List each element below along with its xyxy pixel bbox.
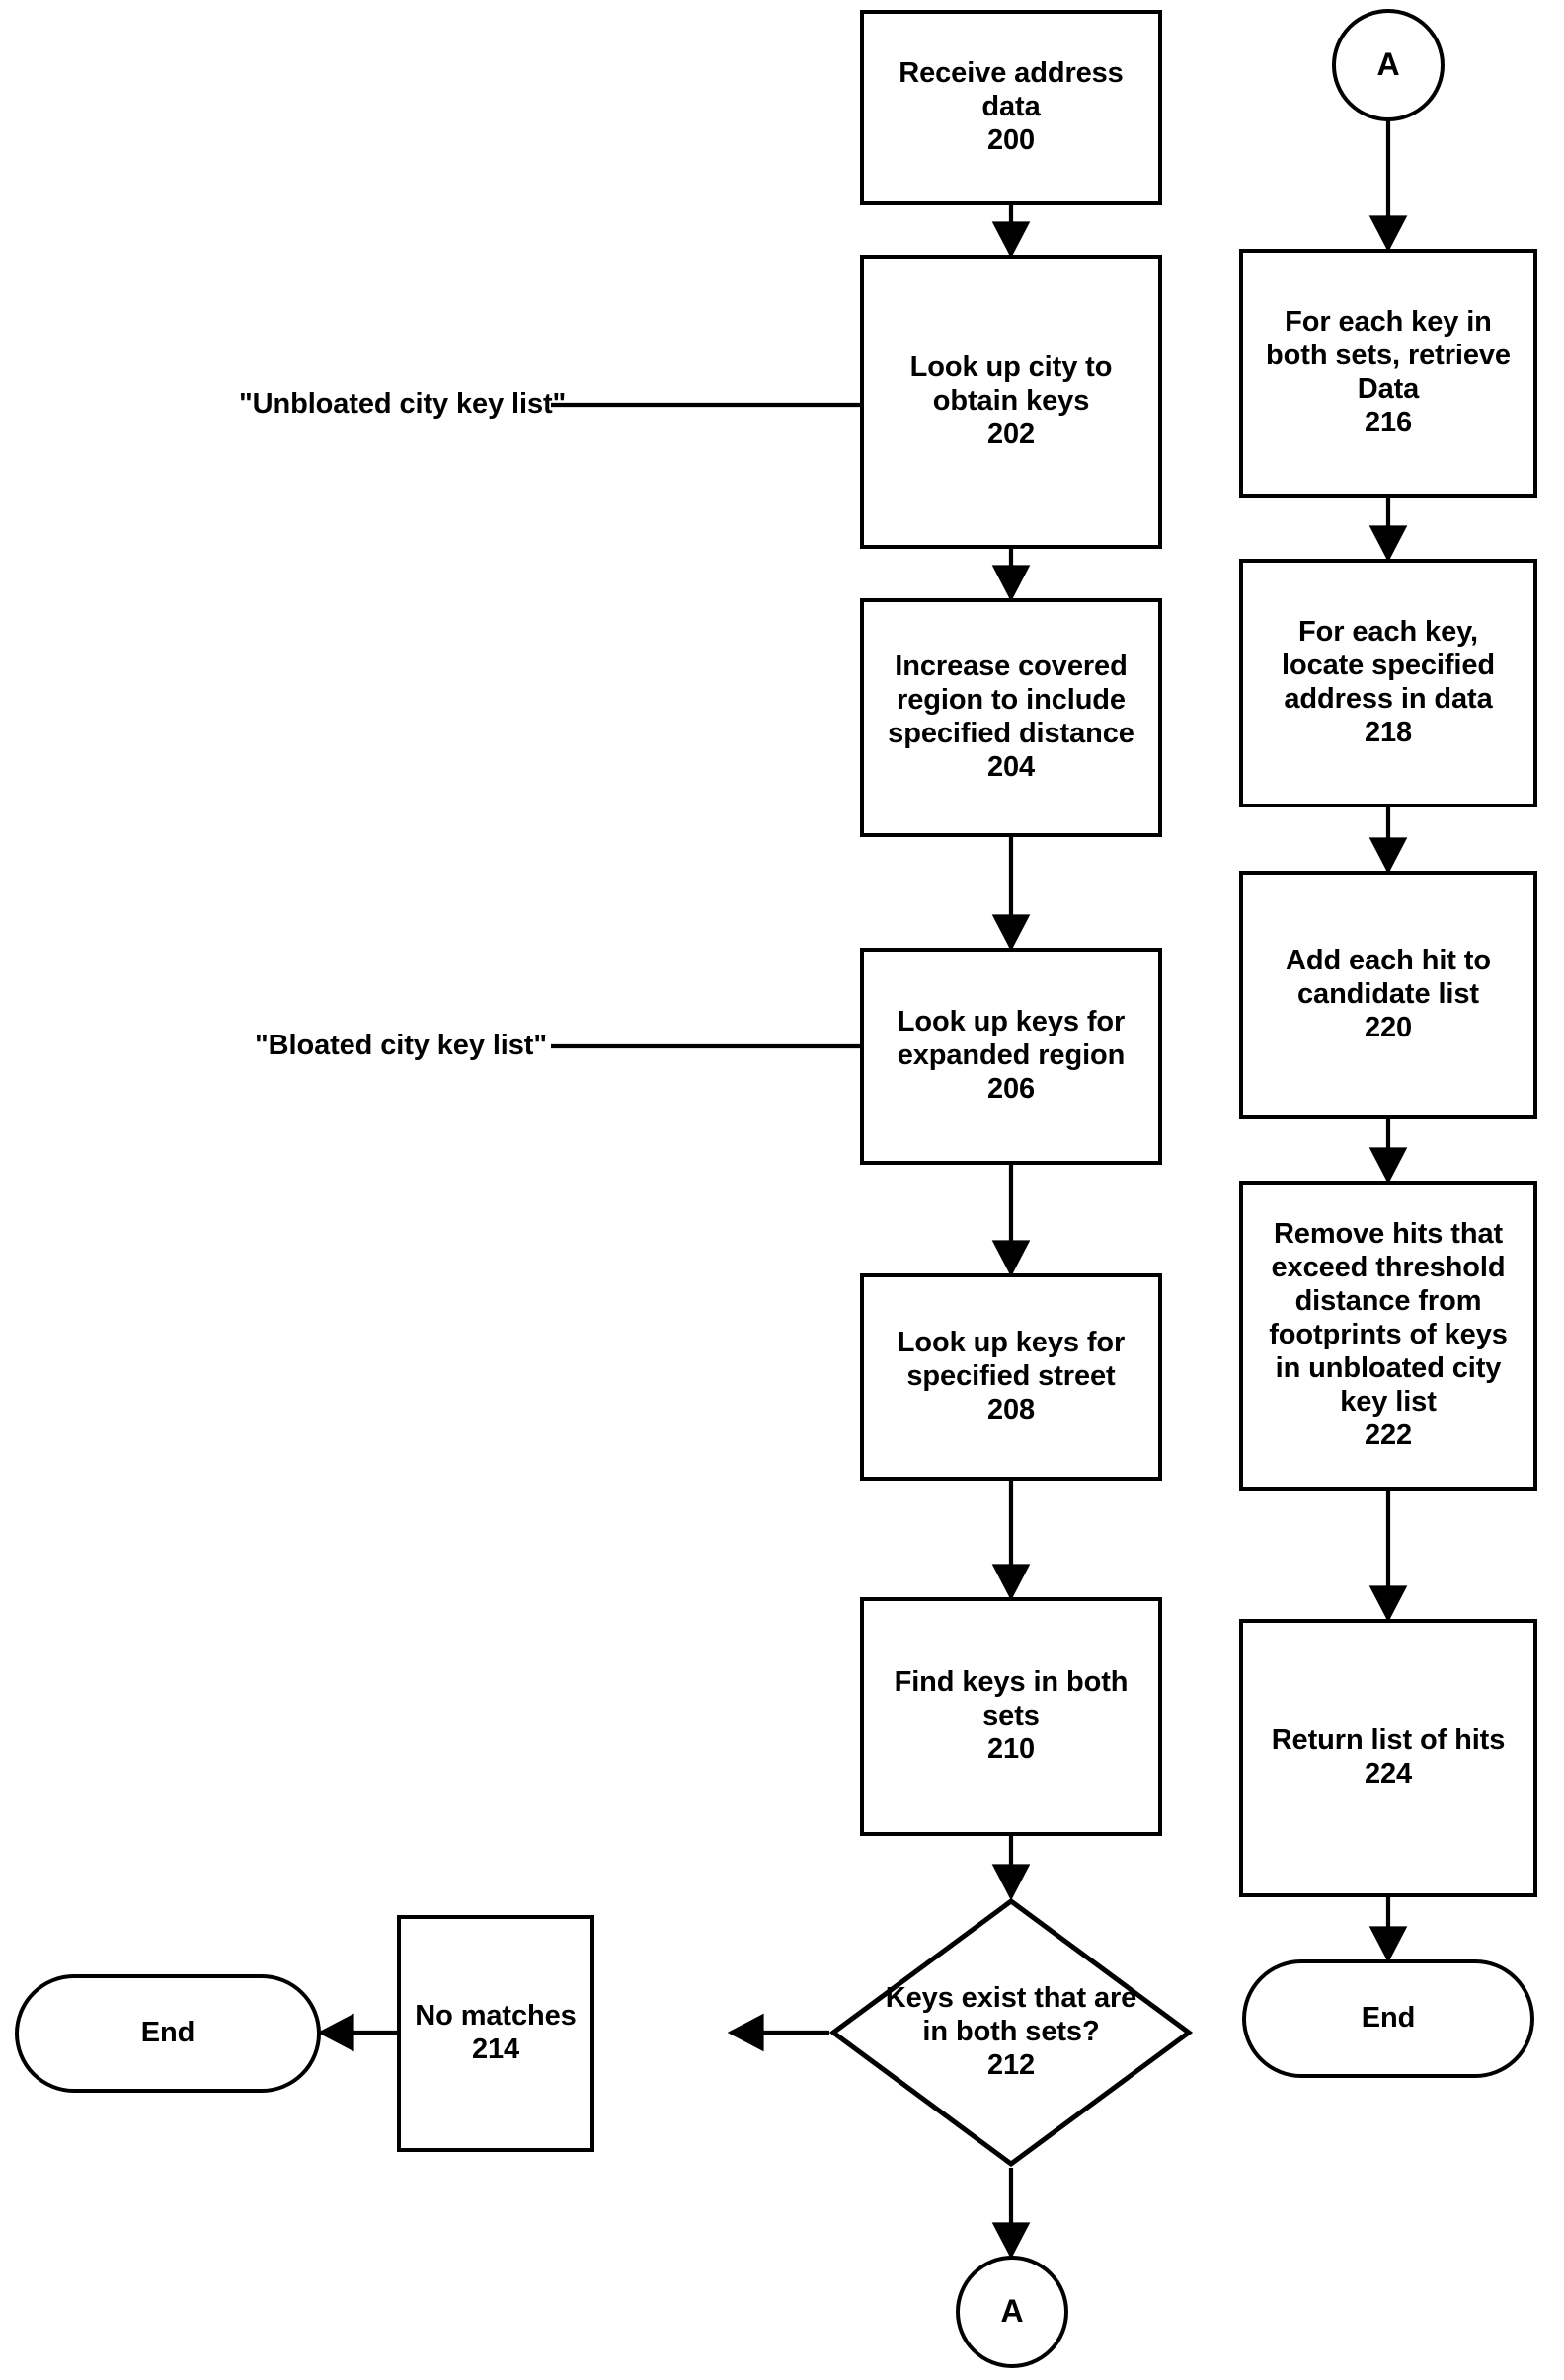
node-keys-exist-decision-label: Keys exist that are in both sets? 212 [885, 1982, 1137, 2081]
node-look-up-city[interactable]: Look up city to obtain keys 202 [860, 255, 1162, 549]
node-return-list-of-hits[interactable]: Return list of hits 224 [1239, 1619, 1537, 1897]
annotation-unbloated-city-key-list: "Unbloated city key list" [239, 388, 567, 420]
node-increase-covered-region[interactable]: Increase covered region to include speci… [860, 598, 1162, 837]
node-keys-exist-decision[interactable]: Keys exist that are in both sets? 212 [829, 1897, 1193, 2168]
node-connector-a-top[interactable]: A [1332, 9, 1445, 121]
node-connector-a-bottom[interactable]: A [956, 2256, 1068, 2368]
node-find-keys-both-sets[interactable]: Find keys in both sets 210 [860, 1597, 1162, 1836]
node-locate-specified-address[interactable]: For each key, locate specified address i… [1239, 559, 1537, 807]
node-retrieve-data-for-keys[interactable]: For each key in both sets, retrieve Data… [1239, 249, 1537, 498]
node-add-hit-to-candidate-list[interactable]: Add each hit to candidate list 220 [1239, 871, 1537, 1119]
flowchart-canvas: Receive address data 200 Look up city to… [0, 0, 1564, 2380]
node-look-up-keys-expanded-region[interactable]: Look up keys for expanded region 206 [860, 948, 1162, 1165]
node-no-matches[interactable]: No matches 214 [397, 1915, 594, 2152]
annotation-bloated-city-key-list: "Bloated city key list" [255, 1030, 547, 1061]
node-look-up-keys-specified-street[interactable]: Look up keys for specified street 208 [860, 1273, 1162, 1481]
node-remove-hits-exceeding-threshold[interactable]: Remove hits that exceed threshold distan… [1239, 1181, 1537, 1491]
node-receive-address-data[interactable]: Receive address data 200 [860, 10, 1162, 205]
node-end-right[interactable]: End [1242, 1959, 1534, 2078]
node-end-left[interactable]: End [15, 1974, 321, 2093]
